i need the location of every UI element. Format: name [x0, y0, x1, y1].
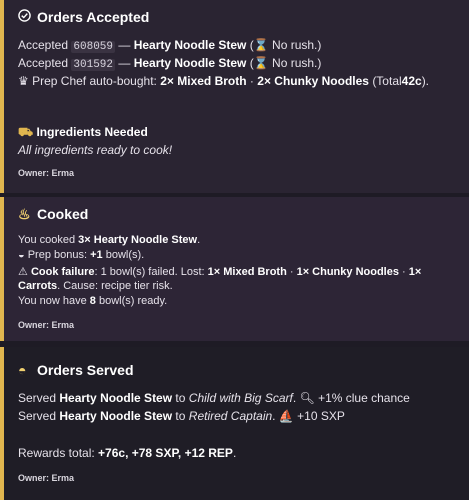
ingredients-status: All ingredients ready to cook! [18, 143, 173, 157]
orders-served-card: ◓ Orders Served Served Hearty Noodle Stew… [0, 347, 469, 500]
cooked-summary: You cooked 3× Hearty Noodle Stew. [18, 234, 201, 246]
orders-served-title: ◓ Orders Served [18, 362, 134, 378]
ship-icon: ⛵ [278, 409, 294, 423]
check-circle-icon [18, 9, 32, 25]
orders-accepted-card: Orders Accepted Accepted 608059 — Hearty… [0, 0, 469, 193]
prep-chef-line: ♛ Prep Chef auto-bought: 2× Mixed Broth … [18, 74, 430, 88]
owner-label: Owner: Erma [18, 168, 75, 178]
order-id: 608059 [71, 41, 115, 53]
cook-failure-line: ⚠ Cook failure: 1 bowl(s) failed. Lost: … [18, 266, 422, 278]
clock-icon: ⌛ [253, 38, 269, 52]
basket-icon: ⛟ [18, 125, 34, 139]
rewards-total: Rewards total: +76c, +78 SXP, +12 REP. [18, 446, 237, 460]
order-id: 301592 [71, 59, 115, 71]
cook-failure-cause: Carrots. Cause: recipe tier risk. [18, 280, 173, 292]
accepted-order-row: Accepted 608059 — Hearty Noodle Stew (⌛ … [18, 38, 322, 53]
clock-icon: ⌛ [253, 56, 269, 70]
orders-accepted-title: Orders Accepted [18, 9, 149, 25]
cooked-title: ♨ Cooked [18, 206, 89, 222]
owner-label: Owner: Erma [18, 473, 75, 483]
ingredients-needed-heading: ⛟ Ingredients Needed [18, 125, 148, 139]
served-order-row: Served Hearty Noodle Stew to Child with … [18, 391, 410, 405]
bowl-icon: ◒ [18, 249, 25, 261]
warning-icon: ⚠ [18, 266, 28, 278]
prep-bonus-line: ◒ Prep bonus: +1 bowl(s). [18, 249, 145, 261]
bowls-ready-line: You now have 8 bowl(s) ready. [18, 295, 168, 307]
served-order-row: Served Hearty Noodle Stew to Retired Cap… [18, 409, 345, 423]
magnifier-icon: 🔍︎ [299, 391, 315, 405]
noodle-bowl-icon: ◓ [18, 362, 27, 378]
owner-label: Owner: Erma [18, 320, 75, 330]
cooking-pot-icon: ♨ [18, 206, 31, 222]
accepted-order-row: Accepted 301592 — Hearty Noodle Stew (⌛ … [18, 56, 322, 71]
cooked-card: ♨ Cooked You cooked 3× Hearty Noodle Stew… [0, 197, 469, 341]
chef-hat-icon: ♛ [18, 74, 29, 88]
